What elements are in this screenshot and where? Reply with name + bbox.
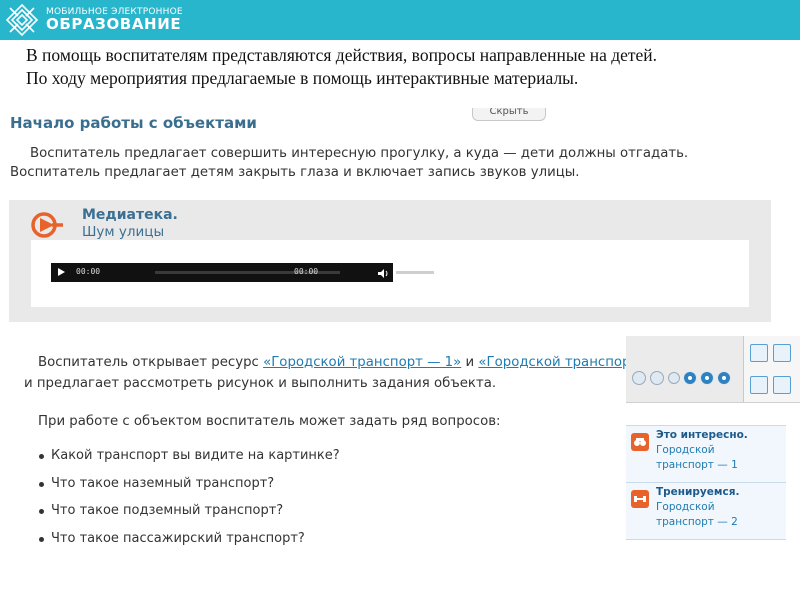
resource-title: Тренируемся. (656, 486, 740, 498)
nav-dot-3[interactable] (668, 372, 680, 384)
logo-text-main: ОБРАЗОВАНИЕ (46, 15, 182, 33)
top-bar: МОБИЛЬНОЕ ЭЛЕКТРОННОЕ ОБРАЗОВАНИЕ (0, 0, 800, 40)
total-time: 00:00 (294, 267, 319, 276)
slide-caption-line2: По ходу мероприятия предлагаемые в помощ… (26, 68, 579, 88)
nav-dot-6[interactable] (717, 371, 731, 385)
question-item: Что такое наземный транспорт? (38, 476, 275, 491)
questions-intro: При работе с объектом воспитатель может … (38, 414, 501, 429)
resource-name-line2: транспорт — 2 (656, 516, 738, 528)
chat-icon[interactable] (773, 376, 791, 394)
binoculars-icon (631, 433, 649, 451)
resource-title: Это интересно. (656, 429, 748, 441)
resource-item-training[interactable]: Тренируемся. Городской транспорт — 2 (626, 482, 786, 540)
resource-text-between: и (461, 355, 479, 370)
volume-icon[interactable] (378, 269, 390, 278)
question-item: Что такое подземный транспорт? (38, 503, 284, 518)
navigation-toolbar (626, 336, 743, 402)
dumbbell-icon (631, 490, 649, 508)
resource-text-before: Воспитатель открывает ресурс (38, 355, 264, 370)
question-item: Что такое пассажирский транспорт? (39, 531, 305, 546)
resource-line-1: Воспитатель открывает ресурс «Городской … (38, 355, 677, 370)
current-time: 00:00 (76, 267, 101, 276)
nav-dot-2[interactable] (650, 371, 664, 385)
link-transport-1[interactable]: «Городской транспорт — 1» (263, 355, 461, 370)
slide-caption: В помощь воспитателям представляются дей… (26, 44, 796, 90)
resource-name-line1: Городской (656, 444, 715, 456)
slide-caption-line1: В помощь воспитателям представляются дей… (26, 45, 658, 65)
intro-paragraph-1: Воспитатель предлагает совершить интерес… (30, 146, 689, 161)
table-icon[interactable] (750, 376, 768, 394)
nav-dot-4[interactable] (683, 371, 697, 385)
resource-name-line1: Городской (656, 501, 715, 513)
volume-slider[interactable] (396, 271, 434, 274)
media-title: Медиатека. (82, 207, 178, 223)
resource-item-interesting[interactable]: Это интересно. Городской транспорт — 1 (626, 425, 786, 483)
nav-dot-5[interactable] (700, 371, 714, 385)
notes-icon[interactable] (750, 344, 768, 362)
panel-divider (626, 402, 800, 403)
play-circle-icon (31, 212, 63, 238)
play-button[interactable] (58, 268, 65, 276)
resource-name-line2: транспорт — 1 (656, 459, 738, 471)
nav-dot-1[interactable] (632, 371, 646, 385)
intro-paragraph-2: Воспитатель предлагает детям закрыть гла… (10, 165, 580, 180)
resource-line-2: и предлагает рассмотреть рисунок и выпол… (24, 376, 497, 391)
question-item: Какой транспорт вы видите на картинке? (39, 448, 340, 463)
gallery-icon[interactable] (773, 344, 791, 362)
hide-button[interactable]: Скрыть (472, 108, 546, 121)
audio-player: 00:00 00:00 (51, 263, 434, 282)
logo-icon (5, 3, 39, 37)
media-subtitle: Шум улицы (82, 224, 165, 240)
section-title: Начало работы с объектами (10, 114, 257, 132)
